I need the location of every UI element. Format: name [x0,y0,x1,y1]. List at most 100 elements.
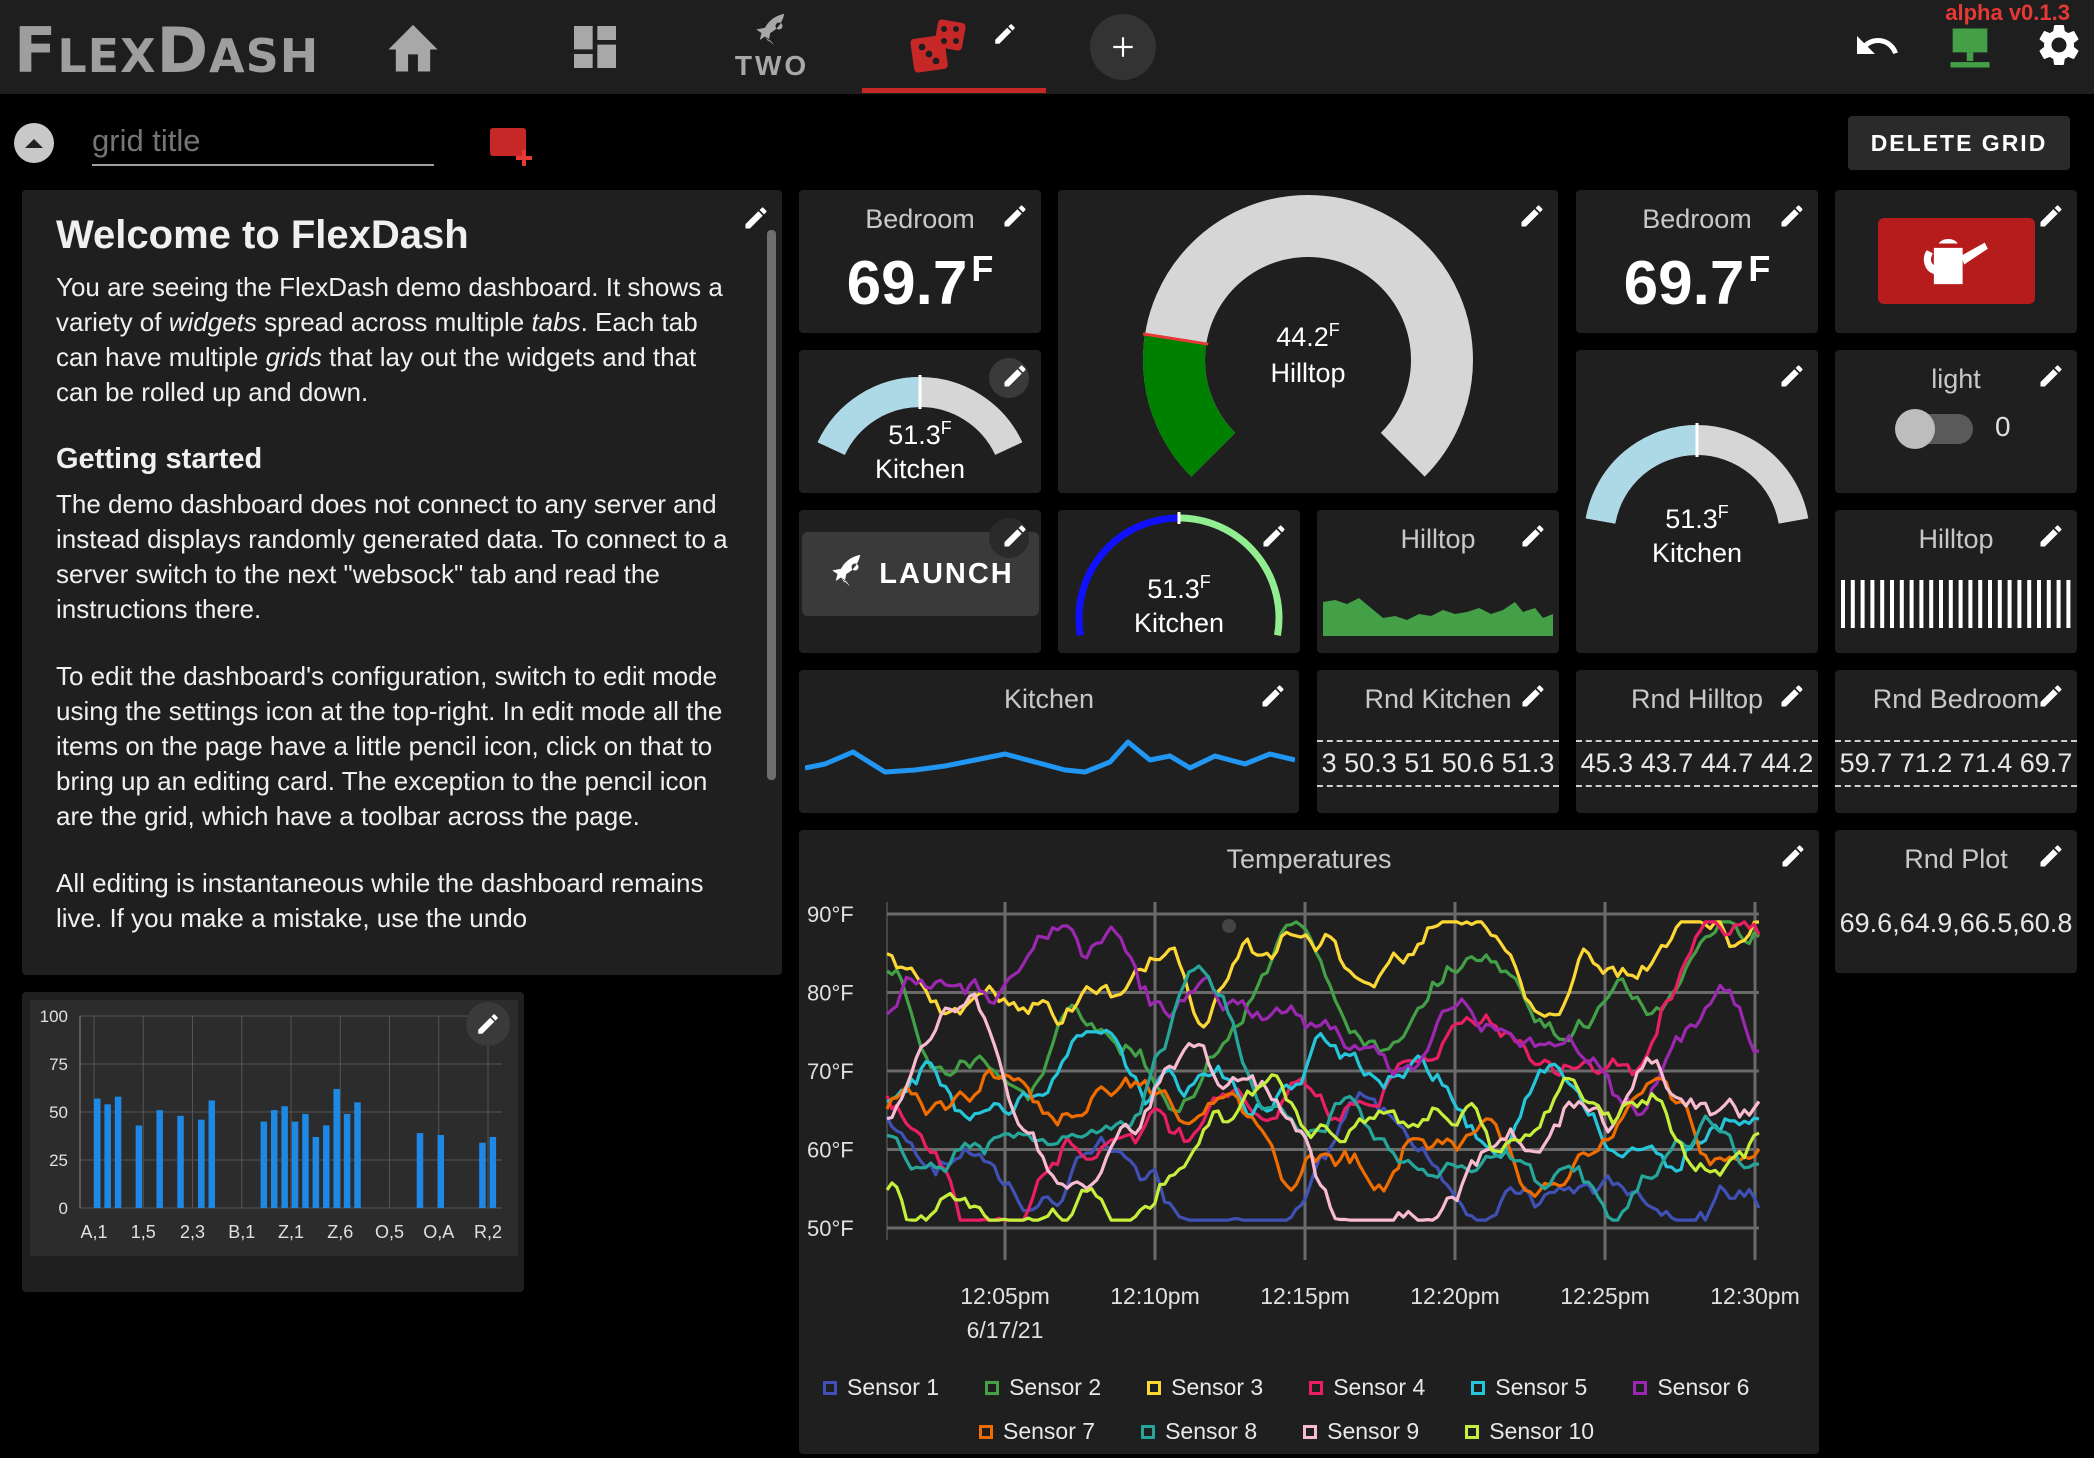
bar [198,1119,205,1208]
legend-item[interactable]: Sensor 5 [1471,1374,1587,1401]
legend-item[interactable]: Sensor 6 [1633,1374,1749,1401]
settings-gear-icon[interactable] [2034,20,2084,70]
pencil-icon[interactable] [1778,202,1806,230]
undo-icon[interactable] [1852,26,1902,66]
pencil-icon[interactable] [1519,682,1547,710]
series-line [886,920,1760,1029]
pencil-icon[interactable] [1260,522,1288,550]
rnd-hilltop-text: 45.3 43.7 44.7 44.2 [1580,748,1814,778]
hilltop-bars-card: Hilltop [1835,510,2077,653]
plus-icon [1113,37,1133,57]
marquee-bottom-border [1317,785,1559,787]
add-widget-icon[interactable] [488,124,536,168]
hilltop-sparkline [1323,598,1553,636]
rnd-plot-text: 69.6,64.9,66.5,60.8 [1839,908,2073,938]
kitchen-line-chart [805,739,1295,775]
pencil-icon[interactable] [2037,522,2065,550]
grid-collapse-button[interactable] [14,123,54,163]
scrollbar-thumb[interactable] [767,230,776,780]
tab-dashboard[interactable] [552,0,638,94]
tab-edit-pencil-icon[interactable] [992,21,1018,47]
pencil-icon[interactable] [1778,682,1806,710]
light-toggle-switch[interactable] [1895,409,1973,449]
legend-item[interactable]: Sensor 10 [1465,1418,1594,1445]
bar [333,1088,340,1208]
bar [135,1125,143,1208]
x-date-label: 6/17/21 [967,1317,1044,1343]
pencil-icon[interactable] [1519,522,1547,550]
strip-bar [2066,580,2071,628]
dice-icon [910,19,966,73]
y-tick-label: 90°F [807,902,854,927]
pencil-icon[interactable] [1001,362,1029,390]
x-tick-label: 12:10pm [1110,1283,1200,1309]
legend-label: Sensor 10 [1489,1418,1595,1444]
y-tick-label: 60°F [807,1138,854,1163]
launch-button-card: LAUNCH [799,510,1041,653]
welcome-title: Welcome to FlexDash [56,213,469,257]
watering-can-button[interactable] [1878,218,2035,304]
strip-bar [1860,580,1865,628]
legend-item[interactable]: Sensor 1 [823,1374,939,1401]
legend-swatch [1303,1424,1318,1439]
bar-chart-edit-button[interactable] [466,1002,510,1046]
pencil-icon[interactable] [742,204,770,232]
legend-item[interactable]: Sensor 3 [1147,1374,1263,1401]
legend-item[interactable]: Sensor 7 [979,1418,1095,1445]
legend-item[interactable]: Sensor 9 [1303,1418,1419,1445]
pencil-icon[interactable] [2037,842,2065,870]
legend-swatch [1141,1424,1156,1439]
pencil-icon[interactable] [1001,522,1029,550]
legend-item[interactable]: Sensor 4 [1309,1374,1425,1401]
add-tab-button[interactable] [1090,14,1156,80]
pencil-icon[interactable] [1259,682,1287,710]
series-line [886,920,1760,1114]
delete-grid-button[interactable]: DELETE GRID [1848,116,2070,170]
x-tick-label: 12:25pm [1560,1283,1650,1309]
marquee-bottom-border [1576,785,1818,787]
pencil-icon[interactable] [2037,202,2065,230]
grid-title-input[interactable] [92,118,434,166]
pencil-icon[interactable] [2037,682,2065,710]
active-tab-indicator [862,88,1046,93]
pencil-icon[interactable] [1779,842,1807,870]
pencil-icon[interactable] [2037,362,2065,390]
bar [479,1142,486,1208]
strip-bar [1978,580,1983,628]
hilltop-sparkline-card: Hilltop [1317,510,1559,653]
chart-legend-row-2: Sensor 7 Sensor 8 Sensor 9 Sensor 10 [979,1418,1594,1445]
bar-chart-card: 0 25 50 75 100 A,1 1,5 2,3 B,1 Z,1 Z,6 O,5 O,A R,2 [22,992,524,1292]
y-tick-label: 0 [59,1199,68,1218]
bar [156,1110,163,1208]
y-tick-label: 75 [49,1055,68,1074]
welcome-paragraph-4: All editing is instantaneous while the d… [56,868,704,933]
connection-status-icon[interactable] [1944,22,1996,74]
tab-two[interactable]: TWO [722,0,822,94]
x-tick-label: R,2 [474,1222,502,1242]
pencil-icon[interactable] [1518,202,1546,230]
legend-item[interactable]: Sensor 2 [985,1374,1101,1401]
pencil-icon[interactable] [1001,202,1029,230]
bar [343,1113,351,1208]
toggle-value: 0 [1995,411,2011,442]
pencil-icon[interactable] [1778,362,1806,390]
tab-dice[interactable] [862,0,1046,94]
gauge-label: Hilltop [1270,358,1346,388]
dashboard-icon [574,26,616,68]
stat-value: 69.7 F [1623,248,1771,318]
x-tick-label: 1,5 [131,1222,156,1242]
light-toggle-card: light 0 [1835,350,2077,493]
x-tick-label: 12:20pm [1410,1283,1500,1309]
gauge-label: Kitchen [1651,538,1743,568]
gauge-value: 51.3F [1665,502,1729,534]
x-tick-label: O,5 [375,1222,404,1242]
welcome-paragraph-1: You are seeing the FlexDash demo dashboa… [56,272,723,407]
tab-home[interactable] [370,0,456,94]
strip-bar [1958,580,1963,628]
legend-swatch [1309,1380,1324,1395]
legend-item[interactable]: Sensor 8 [1141,1418,1257,1445]
temperatures-title: Temperatures [1226,844,1392,874]
watering-can-icon [1923,239,1988,285]
chart-legend-row-1: Sensor 1 Sensor 2 Sensor 3 Sensor 4 Sensor 5… [823,1374,1749,1401]
welcome-markdown-card: Welcome to FlexDash You are seeing the F… [22,190,782,975]
